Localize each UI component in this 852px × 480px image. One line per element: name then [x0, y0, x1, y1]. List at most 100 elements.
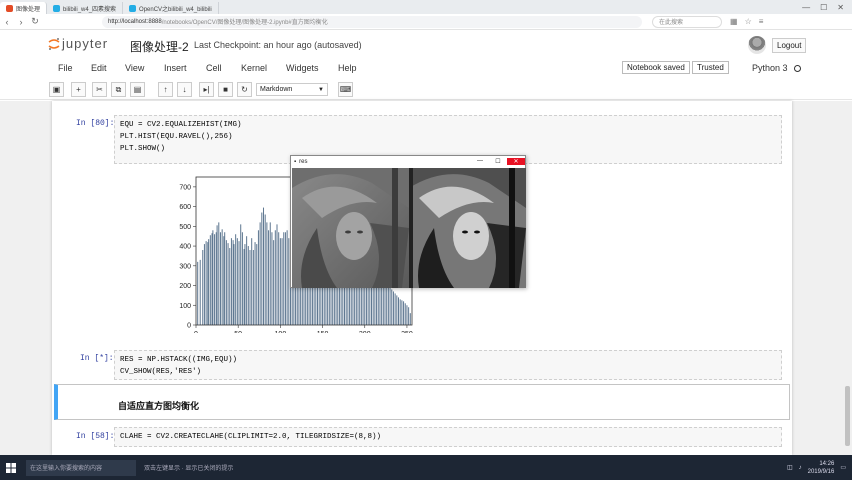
- browser-tab-2[interactable]: OpenCV之bilibili_w4_bilibili: [123, 2, 219, 14]
- equalized-image: [409, 168, 526, 288]
- histogram-bar: [281, 238, 283, 325]
- histogram-bar: [230, 238, 232, 325]
- image-window-title: res: [299, 158, 308, 165]
- stop-icon[interactable]: ■: [218, 82, 233, 97]
- paste-icon[interactable]: ▤: [130, 82, 145, 97]
- clock[interactable]: 14:26 2019/9/16: [808, 460, 835, 476]
- y-tick-label: 100: [179, 303, 191, 310]
- histogram-bar: [384, 281, 386, 325]
- histogram-bar: [227, 243, 229, 325]
- jupyter-logo[interactable]: jupyter: [48, 36, 108, 51]
- opencv-image-window[interactable]: ▪ res — ☐ ✕: [290, 155, 526, 288]
- notebook-title[interactable]: 图像处理-2: [130, 38, 189, 55]
- notebook-saved-indicator: Notebook saved: [622, 61, 690, 74]
- histogram-bar: [235, 234, 237, 325]
- avatar: [748, 36, 766, 54]
- menu-cell[interactable]: Cell: [206, 63, 222, 73]
- histogram-bar: [404, 303, 406, 325]
- menu-insert[interactable]: Insert: [164, 63, 187, 73]
- trusted-badge[interactable]: Trusted: [692, 61, 729, 74]
- browser-tab-bar: 图像处理 bilibili_w4_四素搜索 OpenCV之bilibili_w4…: [0, 0, 852, 14]
- cell-prompt: In [58]:: [76, 432, 115, 441]
- y-tick-label: 600: [179, 204, 191, 211]
- histogram-bar: [229, 248, 231, 325]
- code-cell-hstack[interactable]: RES = NP.HSTACK((IMG,EQU)) CV_SHOW(RES,'…: [114, 350, 782, 380]
- scissors-icon[interactable]: ✂: [92, 82, 107, 97]
- histogram-bar: [244, 244, 246, 325]
- histogram-bar: [238, 241, 240, 325]
- kernel-status-icon: [794, 65, 801, 72]
- browser-extension-icons: ▦ ☆ ≡: [730, 17, 763, 26]
- browser-tab-1[interactable]: bilibili_w4_四素搜索: [47, 2, 124, 14]
- histogram-bar: [387, 285, 389, 325]
- histogram-bar: [224, 232, 226, 325]
- star-icon[interactable]: ☆: [745, 17, 752, 26]
- grid-icon[interactable]: ▦: [730, 17, 738, 26]
- copy-icon[interactable]: ⧉: [111, 82, 126, 97]
- histogram-bar: [386, 283, 388, 325]
- arrow-down-icon[interactable]: ↓: [177, 82, 192, 97]
- histogram-bar: [225, 240, 227, 325]
- arrow-up-icon[interactable]: ↑: [158, 82, 173, 97]
- histogram-bar: [391, 289, 393, 325]
- notification-icon[interactable]: ▭: [840, 464, 846, 471]
- back-icon[interactable]: ‹: [0, 17, 14, 27]
- taskbar-search-input[interactable]: 在这里输入你要搜索的内容: [26, 459, 136, 476]
- notebook-toolbar: ▣ + ✂ ⧉ ▤ ↑ ↓ ▸| ■ ↻ Markdown ▼ ⌨: [0, 80, 852, 100]
- jupyter-logo-icon: [48, 37, 60, 50]
- save-icon[interactable]: ▣: [49, 82, 64, 97]
- close-icon[interactable]: ✕: [507, 158, 525, 165]
- menu-widgets[interactable]: Widgets: [286, 63, 319, 73]
- histogram-bar: [233, 244, 235, 325]
- menu-edit[interactable]: Edit: [91, 63, 107, 73]
- url-host: http://localhost:8888: [108, 18, 162, 25]
- histogram-bar: [249, 250, 251, 325]
- menu-icon[interactable]: ≡: [759, 17, 764, 26]
- histogram-bar: [251, 238, 253, 325]
- user-area: Logout: [748, 36, 807, 54]
- windows-start-icon[interactable]: [0, 455, 22, 480]
- run-icon[interactable]: ▸|: [199, 82, 214, 97]
- keyboard-icon[interactable]: ⌨: [338, 82, 353, 97]
- histogram-bar: [236, 238, 238, 325]
- histogram-bar: [262, 207, 265, 325]
- menu-kernel[interactable]: Kernel: [241, 63, 267, 73]
- histogram-bar: [247, 246, 249, 325]
- plus-icon[interactable]: +: [71, 82, 86, 97]
- volume-icon[interactable]: ♪: [799, 465, 802, 471]
- minimize-icon[interactable]: —: [802, 3, 810, 12]
- histogram-bar: [197, 261, 199, 325]
- scrollbar-thumb[interactable]: [845, 386, 850, 446]
- x-tick-label: 150: [317, 331, 329, 333]
- url-input[interactable]: http://localhost:8888 /notebooks/OpenCV/…: [102, 15, 642, 28]
- maximize-icon[interactable]: ☐: [820, 3, 827, 12]
- histogram-bar: [202, 250, 204, 325]
- close-icon[interactable]: ✕: [837, 3, 844, 12]
- cell-type-value: Markdown: [260, 86, 293, 93]
- histogram-bar: [246, 236, 248, 325]
- jupyter-header: jupyter 图像处理-2 Last Checkpoint: an hour …: [0, 30, 852, 60]
- reload-icon[interactable]: ↻: [28, 16, 42, 27]
- menu-file[interactable]: File: [58, 63, 73, 73]
- browser-search-input[interactable]: 在此搜索: [652, 15, 722, 28]
- menu-view[interactable]: View: [125, 63, 144, 73]
- histogram-bar: [396, 295, 398, 325]
- cell-type-select[interactable]: Markdown ▼: [256, 83, 328, 96]
- image-window-titlebar[interactable]: ▪ res — ☐ ✕: [291, 156, 525, 167]
- code-cell-clahe[interactable]: CLAHE = CV2.CREATECLAHE(CLIPLIMIT=2.0, T…: [114, 427, 782, 447]
- address-bar: ‹ › ↻ http://localhost:8888 /notebooks/O…: [0, 14, 852, 30]
- forward-icon[interactable]: ›: [14, 17, 28, 27]
- maximize-icon[interactable]: ☐: [489, 158, 507, 165]
- minimize-icon[interactable]: —: [471, 158, 489, 165]
- histogram-bar: [399, 299, 401, 325]
- histogram-bar: [199, 259, 201, 325]
- menu-help[interactable]: Help: [338, 63, 357, 73]
- restart-icon[interactable]: ↻: [237, 82, 252, 97]
- histogram-bar: [214, 234, 216, 325]
- network-icon[interactable]: ◫: [787, 464, 793, 471]
- tab-favicon-icon: [129, 4, 137, 12]
- histogram-bar: [241, 232, 243, 325]
- markdown-cell-selected[interactable]: 自适应直方图均衡化: [54, 384, 790, 420]
- browser-tab-0[interactable]: 图像处理: [0, 2, 48, 14]
- logout-button[interactable]: Logout: [772, 37, 807, 53]
